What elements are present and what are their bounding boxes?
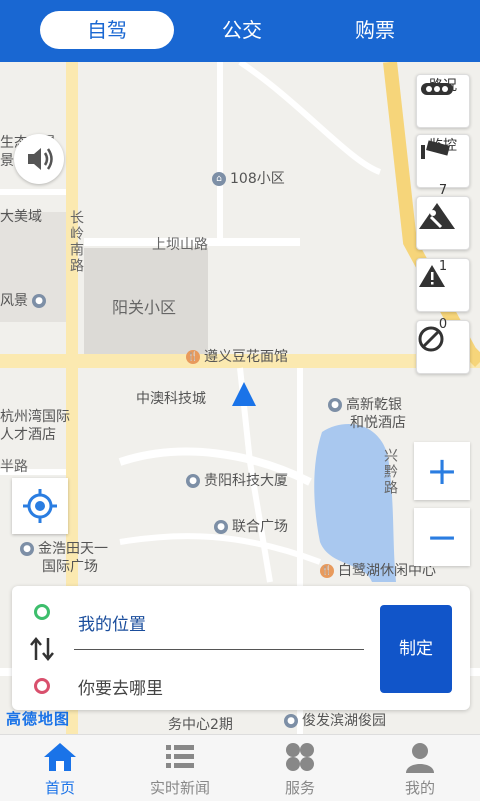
current-location-arrow-icon bbox=[232, 382, 256, 406]
sound-toggle-button[interactable] bbox=[14, 134, 64, 184]
speaker-icon bbox=[28, 148, 53, 170]
clover-icon bbox=[286, 743, 314, 771]
road-label: 上坝山路 bbox=[152, 237, 208, 253]
map-poi[interactable]: ● 贵阳科技大厦 bbox=[186, 470, 288, 490]
no-entry-icon bbox=[418, 326, 444, 352]
nav-item-news[interactable]: 实时新闻 bbox=[120, 735, 240, 801]
nav-item-services[interactable]: 服务 bbox=[240, 735, 360, 801]
map-poi[interactable]: 务中心2期 bbox=[168, 714, 233, 734]
top-tab-bar: 自驾 公交 购票 bbox=[0, 0, 480, 62]
roadwork-count: 7 bbox=[438, 183, 448, 198]
map-poi[interactable]: 国际广场 bbox=[42, 556, 98, 576]
map-poi[interactable]: ● 高新乾银 bbox=[328, 394, 402, 414]
map-attribution: 高德地图 bbox=[6, 710, 71, 728]
roadwork-button[interactable]: 7 bbox=[416, 183, 470, 250]
map-poi[interactable]: ● 联合广场 bbox=[214, 516, 288, 536]
road-label: 半路 bbox=[0, 459, 28, 475]
destination-dot-icon bbox=[34, 678, 50, 694]
map-poi[interactable]: 大美域 bbox=[0, 206, 42, 226]
nav-label: 我的 bbox=[404, 779, 435, 797]
crosshair-icon bbox=[23, 489, 57, 523]
traffic-icon bbox=[421, 83, 453, 95]
map-poi[interactable]: ● 俊发滨湖俊园 bbox=[284, 710, 386, 730]
tab-tickets[interactable]: 购票 bbox=[320, 11, 430, 49]
locate-me-button[interactable] bbox=[12, 478, 68, 534]
home-icon bbox=[44, 743, 76, 771]
road-label: 兴黔路 bbox=[382, 448, 398, 496]
map-poi[interactable]: 🍴 遵义豆花面馆 bbox=[186, 346, 288, 366]
map-poi[interactable]: 和悦酒店 bbox=[350, 412, 406, 432]
plus-icon: + bbox=[426, 449, 458, 493]
route-divider bbox=[74, 649, 364, 650]
zoom-out-button[interactable]: − bbox=[414, 508, 470, 566]
area-label: 阳关小区 bbox=[112, 298, 177, 317]
map-poi[interactable]: ⌂ 108小区 bbox=[212, 168, 285, 188]
destination-field[interactable]: 你要去哪里 bbox=[78, 674, 163, 699]
nav-label: 实时新闻 bbox=[149, 779, 210, 797]
zoom-in-button[interactable]: + bbox=[414, 442, 470, 500]
bottom-nav: 首页 实时新闻 服务 我的 bbox=[0, 734, 480, 801]
plan-route-button[interactable]: 制定 bbox=[380, 605, 452, 693]
route-planner-panel: 我的位置 你要去哪里 制定 bbox=[12, 586, 470, 710]
closure-button[interactable]: 0 bbox=[416, 317, 470, 374]
map-poi[interactable]: 风景 ● bbox=[0, 290, 50, 310]
origin-dot-icon bbox=[34, 604, 50, 620]
origin-field[interactable]: 我的位置 bbox=[78, 610, 146, 635]
minus-icon: − bbox=[426, 515, 458, 559]
tab-self-drive[interactable]: 自驾 bbox=[40, 11, 174, 49]
camera-toggle-button[interactable]: 监控 bbox=[416, 134, 470, 188]
map-poi[interactable]: 人才酒店 bbox=[0, 424, 56, 444]
roadwork-icon bbox=[419, 203, 455, 229]
swap-icon[interactable] bbox=[28, 636, 58, 662]
camera-icon bbox=[421, 140, 450, 159]
road-label: 长岭南路 bbox=[68, 210, 84, 274]
nav-label: 首页 bbox=[44, 779, 75, 797]
tab-bus[interactable]: 公交 bbox=[190, 11, 294, 49]
map-poi[interactable]: 杭州湾国际 bbox=[0, 406, 70, 426]
nav-item-profile[interactable]: 我的 bbox=[360, 735, 480, 801]
traffic-toggle-button[interactable]: 路况 bbox=[416, 74, 470, 128]
map-poi[interactable]: ● 金浩田天一 bbox=[20, 538, 108, 558]
nav-label: 服务 bbox=[284, 779, 315, 797]
map-view[interactable]: ⌂ 108小区 🍴 遵义豆花面馆 中澳科技城 ● 高新乾银 和悦酒店 ● 贵阳科技大厦 … bbox=[0, 62, 480, 734]
list-icon bbox=[166, 745, 194, 768]
warning-icon bbox=[419, 265, 445, 287]
map-poi[interactable]: 中澳科技城 bbox=[136, 388, 206, 408]
warning-button[interactable]: 1 bbox=[416, 258, 470, 312]
user-icon bbox=[406, 743, 434, 773]
nav-item-home[interactable]: 首页 bbox=[0, 735, 120, 801]
